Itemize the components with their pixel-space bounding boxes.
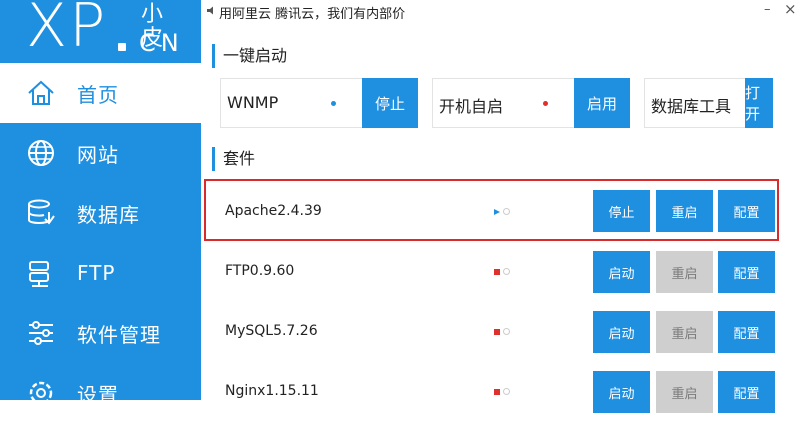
row-name: FTP0.9.60 [225, 263, 295, 279]
suite-row-mysql[interactable]: MySQL5.7.26 启动 重启 配置 [205, 300, 779, 362]
ftp-restart-button: 重启 [656, 251, 713, 293]
minimize-button[interactable]: – [764, 2, 771, 17]
row-name: Nginx1.15.11 [225, 383, 319, 399]
dbtool-open-button[interactable]: 打开 [745, 78, 773, 128]
quickstart-label: 数据库工具 [651, 97, 732, 116]
wnmp-stop-button[interactable]: 停止 [362, 78, 418, 128]
nav-label: 网站 [77, 142, 119, 167]
database-icon [28, 199, 55, 225]
close-button[interactable]: × [784, 0, 797, 18]
ftp-icon [29, 261, 49, 287]
quickstart-label: 开机自启 [439, 97, 504, 116]
status-running-icon [331, 101, 336, 106]
status-gear-icon [503, 268, 510, 275]
status-stopped-icon [494, 389, 500, 395]
quickstart-dbtool: 数据库工具 打开 [644, 78, 773, 128]
ftp-start-button[interactable]: 启动 [593, 251, 650, 293]
nav-item-software[interactable]: 软件管理 [0, 303, 201, 363]
nginx-start-button[interactable]: 启动 [593, 371, 650, 413]
apache-restart-button[interactable]: 重启 [656, 190, 713, 232]
quickstart-autostart: 开机自启 启用 [432, 78, 630, 128]
nav-item-home[interactable]: 首页 [0, 63, 201, 123]
status-stopped-icon [494, 269, 500, 275]
title-bar: 用阿里云 腾讯云，我们有内部价 – × [201, 0, 802, 24]
home-icon [28, 80, 54, 105]
nav-label: 数据库 [77, 202, 140, 227]
sliders-icon [29, 321, 53, 345]
mysql-start-button[interactable]: 启动 [593, 311, 650, 353]
quickstart-label: WNMP [227, 93, 279, 112]
nav-label: FTP [77, 261, 116, 285]
apache-stop-button[interactable]: 停止 [593, 190, 650, 232]
ad-link[interactable]: 用阿里云 腾讯云，我们有内部价 [219, 3, 405, 22]
status-stopped-icon [543, 101, 548, 106]
status-running-icon [494, 209, 500, 215]
nav-label: 设置 [77, 382, 119, 407]
row-name: Apache2.4.39 [225, 203, 322, 219]
suite-row-apache[interactable]: Apache2.4.39 停止 重启 配置 [204, 179, 779, 241]
ftp-config-button[interactable]: 配置 [718, 251, 775, 293]
autostart-enable-button[interactable]: 启用 [574, 78, 630, 128]
suite-row-nginx[interactable]: Nginx1.15.11 启动 重启 配置 [205, 360, 779, 422]
mysql-restart-button: 重启 [656, 311, 713, 353]
status-gear-icon [503, 208, 510, 215]
logo-dot [118, 43, 126, 51]
nav-item-settings[interactable]: 设置 [0, 363, 201, 423]
globe-icon [28, 140, 54, 166]
status-stopped-icon [494, 329, 500, 335]
sidebar: XP 小皮 CN 首页 网站 数据库 FTP 软件管理 设置 [0, 0, 201, 407]
row-name: MySQL5.7.26 [225, 323, 318, 339]
ad-icon [207, 6, 213, 15]
quickstart-title: 一键启动 [212, 44, 287, 68]
logo-cn: CN [139, 29, 184, 57]
quickstart-wnmp: WNMP 停止 [220, 78, 418, 128]
mysql-config-button[interactable]: 配置 [718, 311, 775, 353]
nav-label: 首页 [77, 82, 119, 107]
apache-config-button[interactable]: 配置 [718, 190, 775, 232]
nav-label: 软件管理 [77, 322, 161, 347]
nginx-config-button[interactable]: 配置 [718, 371, 775, 413]
status-gear-icon [503, 388, 510, 395]
suite-row-ftp[interactable]: FTP0.9.60 启动 重启 配置 [205, 240, 779, 302]
nav-item-ftp[interactable]: FTP [0, 243, 201, 303]
status-gear-icon [503, 328, 510, 335]
suite-title: 套件 [212, 147, 255, 171]
nav-item-website[interactable]: 网站 [0, 123, 201, 183]
nginx-restart-button: 重启 [656, 371, 713, 413]
nav-item-database[interactable]: 数据库 [0, 183, 201, 243]
settings-icon [29, 381, 53, 405]
logo-xp: XP [26, 0, 108, 61]
